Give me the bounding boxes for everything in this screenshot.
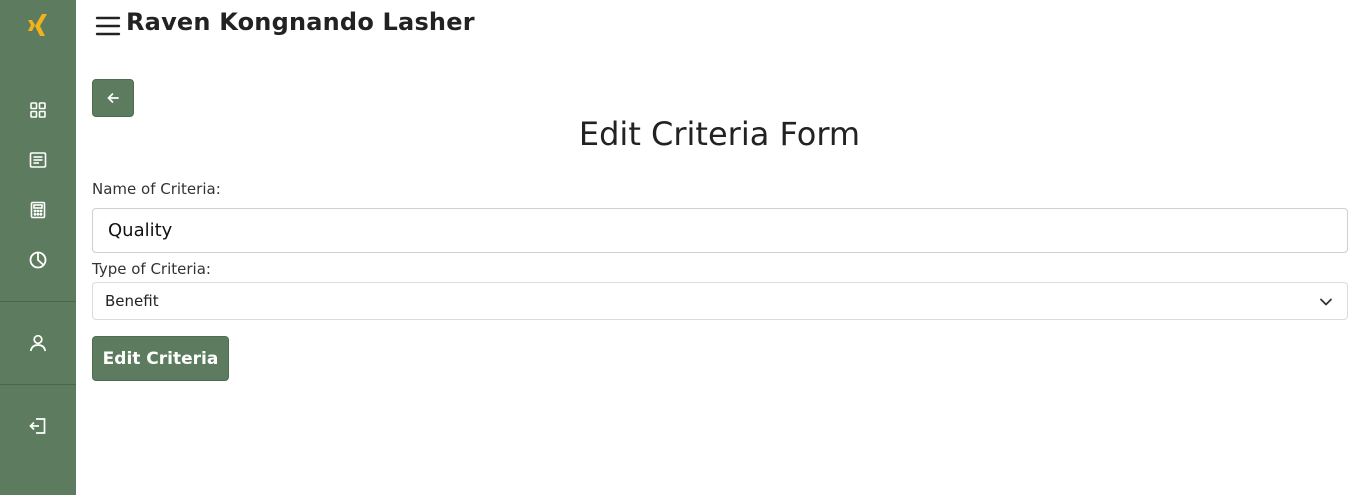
arrow-left-icon	[107, 93, 119, 103]
user-icon[interactable]	[0, 323, 76, 363]
dashboard-grid-icon[interactable]	[0, 90, 76, 130]
xing-logo-icon[interactable]	[0, 5, 76, 45]
name-of-criteria-label: Name of Criteria:	[92, 180, 221, 198]
type-of-criteria-value: Benefit	[105, 292, 159, 310]
name-of-criteria-input[interactable]	[92, 208, 1348, 253]
back-button[interactable]	[92, 79, 134, 117]
page-title: Edit Criteria Form	[578, 115, 861, 153]
type-of-criteria-select[interactable]: Benefit	[92, 282, 1348, 320]
edit-criteria-button[interactable]: Edit Criteria	[92, 336, 229, 381]
calculator-icon[interactable]	[0, 190, 76, 230]
sidebar-divider	[0, 384, 76, 385]
list-document-icon[interactable]	[0, 140, 76, 180]
chevron-down-icon	[1320, 298, 1332, 306]
type-of-criteria-label: Type of Criteria:	[92, 260, 211, 278]
sidebar-divider	[0, 301, 76, 302]
pie-chart-icon[interactable]	[0, 240, 76, 280]
user-name-title: Raven Kongnando Lasher	[126, 8, 475, 36]
sidebar	[0, 0, 76, 495]
logout-icon[interactable]	[0, 406, 76, 446]
hamburger-menu-icon[interactable]	[95, 13, 121, 39]
